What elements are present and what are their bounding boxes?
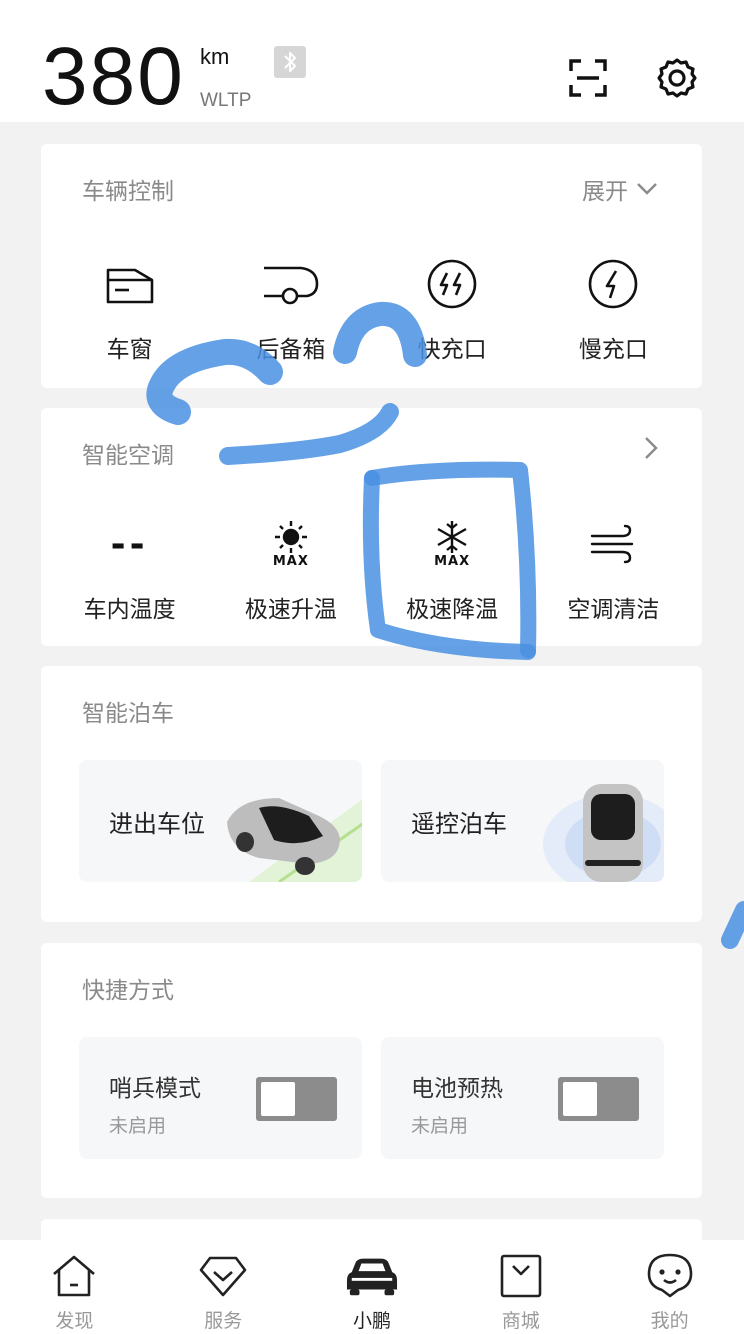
max-badge: MAX bbox=[272, 554, 309, 569]
ac-clean-icon bbox=[583, 514, 643, 574]
item-label: 极速降温 bbox=[406, 597, 499, 623]
max-cool-control[interactable]: MAX 极速降温 bbox=[372, 514, 533, 624]
car-remote-image bbox=[543, 784, 664, 882]
nav-mall[interactable]: 商城 bbox=[446, 1240, 595, 1334]
vehicle-control-card: 车辆控制 展开 车窗 后备箱 快充口 慢充口 bbox=[41, 144, 702, 388]
max-badge: MAX bbox=[434, 554, 471, 569]
top-bar: 380 km WLTP bbox=[0, 0, 744, 122]
battery-preheat-tile: 电池预热 未启用 bbox=[381, 1037, 664, 1159]
profile-icon bbox=[644, 1250, 696, 1302]
nav-label: 我的 bbox=[650, 1310, 689, 1332]
tile-label: 遥控泊车 bbox=[411, 810, 507, 838]
climate-card: 智能空调 -- 车内温度 MAX 极速升温 MAX 极速降温 空调清洁 bbox=[41, 408, 702, 646]
sentry-mode-toggle[interactable] bbox=[256, 1077, 337, 1121]
fast-charge-control[interactable]: 快充口 bbox=[372, 254, 533, 364]
item-label: 慢充口 bbox=[578, 337, 648, 363]
nav-mine[interactable]: 我的 bbox=[595, 1240, 744, 1334]
cabin-temperature: -- 车内温度 bbox=[49, 514, 210, 624]
trunk-control[interactable]: 后备箱 bbox=[210, 254, 371, 364]
car-icon bbox=[346, 1250, 398, 1302]
range-value: 380 bbox=[42, 31, 185, 122]
temperature-value: -- bbox=[110, 523, 149, 565]
tile-label: 进出车位 bbox=[109, 810, 205, 838]
range-standard: WLTP bbox=[200, 90, 252, 111]
sentry-mode-tile: 哨兵模式 未启用 bbox=[79, 1037, 362, 1159]
card-title: 智能泊车 bbox=[82, 701, 174, 727]
nav-label: 商城 bbox=[501, 1310, 540, 1332]
battery-preheat-toggle[interactable] bbox=[558, 1077, 639, 1121]
fast-charge-icon bbox=[422, 254, 482, 314]
item-label: 空调清洁 bbox=[567, 597, 660, 623]
bluetooth-icon[interactable] bbox=[274, 46, 306, 78]
nav-service[interactable]: 服务 bbox=[149, 1240, 298, 1334]
expand-button[interactable]: 展开 bbox=[582, 172, 658, 206]
item-label: 快充口 bbox=[417, 337, 487, 363]
item-label: 车窗 bbox=[106, 337, 153, 363]
nav-discover[interactable]: 发现 bbox=[0, 1240, 149, 1334]
slow-charge-icon bbox=[583, 254, 643, 314]
card-title: 智能空调 bbox=[82, 443, 174, 469]
home-icon bbox=[48, 1250, 100, 1302]
range-unit: km bbox=[200, 44, 230, 69]
chevron-down-icon bbox=[637, 183, 657, 195]
chevron-right-icon bbox=[645, 437, 658, 459]
card-title: 快捷方式 bbox=[82, 978, 174, 1004]
item-label: 后备箱 bbox=[256, 337, 326, 363]
settings-icon[interactable] bbox=[655, 56, 699, 100]
max-heat-control[interactable]: MAX 极速升温 bbox=[210, 514, 371, 624]
shortcut-name: 哨兵模式 bbox=[109, 1076, 201, 1102]
item-label: 极速升温 bbox=[244, 597, 337, 623]
window-icon bbox=[100, 254, 160, 314]
nav-label: 发现 bbox=[55, 1310, 94, 1332]
climate-more-button[interactable] bbox=[644, 436, 658, 460]
car-parking-image bbox=[227, 798, 362, 882]
expand-label: 展开 bbox=[582, 179, 628, 205]
trunk-icon bbox=[261, 254, 321, 314]
shortcut-name: 电池预热 bbox=[411, 1076, 503, 1102]
shop-icon bbox=[495, 1250, 547, 1302]
card-title: 车辆控制 bbox=[82, 179, 174, 205]
nav-label: 服务 bbox=[204, 1310, 243, 1332]
max-cool-icon: MAX bbox=[422, 514, 482, 574]
service-icon bbox=[197, 1250, 249, 1302]
park-in-out-tile[interactable]: 进出车位 bbox=[79, 760, 362, 882]
item-label: 车内温度 bbox=[83, 597, 176, 623]
max-heat-icon: MAX bbox=[261, 514, 321, 574]
slow-charge-control[interactable]: 慢充口 bbox=[533, 254, 694, 364]
remote-parking-tile[interactable]: 遥控泊车 bbox=[381, 760, 664, 882]
scan-icon[interactable] bbox=[566, 56, 610, 100]
nav-label: 小鹏 bbox=[352, 1310, 391, 1332]
window-control[interactable]: 车窗 bbox=[49, 254, 210, 364]
bottom-nav: 发现 服务 小鹏 商城 我的 bbox=[0, 1240, 744, 1334]
ac-clean-control[interactable]: 空调清洁 bbox=[533, 514, 694, 624]
parking-card: 智能泊车 进出车位 遥控泊车 bbox=[41, 666, 702, 922]
shortcuts-card: 快捷方式 哨兵模式 未启用 电池预热 未启用 bbox=[41, 943, 702, 1198]
shortcut-status: 未启用 bbox=[109, 1115, 167, 1137]
shortcut-status: 未启用 bbox=[411, 1115, 469, 1137]
nav-xpeng[interactable]: 小鹏 bbox=[298, 1240, 447, 1334]
temperature-placeholder: -- bbox=[100, 514, 160, 574]
